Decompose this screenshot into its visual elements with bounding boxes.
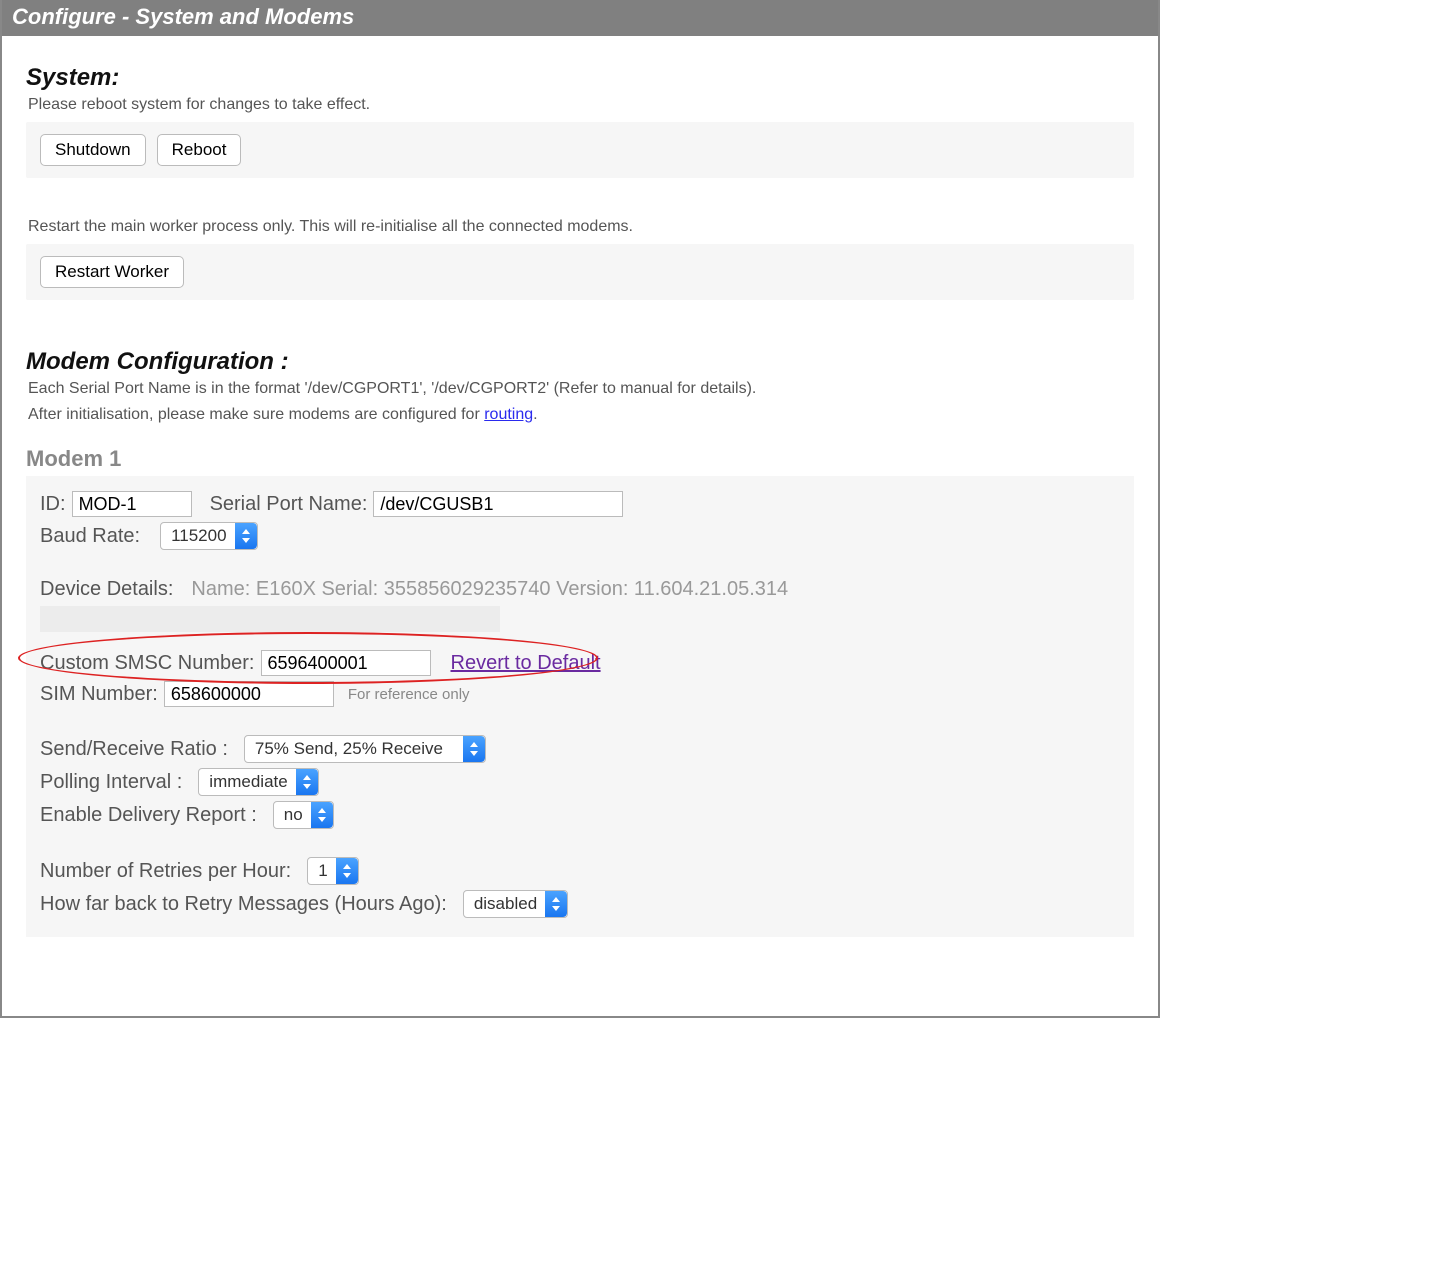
- sim-note: For reference only: [348, 686, 470, 703]
- select-arrows-icon: [235, 523, 257, 549]
- device-details-value: Name: E160X Serial: 355856029235740 Vers…: [191, 578, 788, 601]
- ratio-label: Send/Receive Ratio :: [40, 738, 228, 761]
- system-worker-panel: Restart Worker: [26, 244, 1134, 300]
- row-retries: Number of Retries per Hour: 1: [40, 857, 1120, 885]
- delivery-label: Enable Delivery Report :: [40, 804, 257, 827]
- retries-select[interactable]: 1: [307, 857, 358, 885]
- serial-port-input[interactable]: [373, 491, 623, 517]
- smsc-label: Custom SMSC Number:: [40, 652, 255, 675]
- modem-config-note2b: .: [533, 406, 537, 423]
- modem-config-heading: Modem Configuration :: [26, 348, 1134, 376]
- polling-label: Polling Interval :: [40, 771, 182, 794]
- device-details-label: Device Details:: [40, 578, 173, 601]
- modem1-heading: Modem 1: [26, 446, 1134, 472]
- modem-config-note1: Each Serial Port Name is in the format '…: [28, 380, 1134, 398]
- system-note-restart-worker: Restart the main worker process only. Th…: [28, 218, 1134, 236]
- retry-back-label: How far back to Retry Messages (Hours Ag…: [40, 893, 447, 916]
- row-ratio: Send/Receive Ratio : 75% Send, 25% Recei…: [40, 735, 1120, 763]
- baud-label: Baud Rate:: [40, 525, 140, 548]
- delivery-select[interactable]: no: [273, 801, 334, 829]
- sim-input[interactable]: [164, 681, 334, 707]
- device-details-bar: [40, 606, 500, 632]
- row-delivery: Enable Delivery Report : no: [40, 801, 1120, 829]
- sim-label: SIM Number:: [40, 683, 158, 706]
- select-arrows-icon: [296, 769, 318, 795]
- system-heading: System:: [26, 64, 1134, 92]
- retry-back-select[interactable]: disabled: [463, 890, 568, 918]
- row-baud: Baud Rate: 115200: [40, 522, 1120, 550]
- row-sim: SIM Number: For reference only: [40, 681, 1120, 707]
- modem1-panel: ID: Serial Port Name: Baud Rate: 115200: [26, 476, 1134, 937]
- modem-config-note2: After initialisation, please make sure m…: [28, 406, 1134, 424]
- config-window: Configure - System and Modems System: Pl…: [0, 0, 1160, 1018]
- routing-link[interactable]: routing: [484, 406, 533, 423]
- smsc-input[interactable]: [261, 650, 431, 676]
- row-smsc: Custom SMSC Number: Revert to Default: [40, 650, 1120, 676]
- retries-label: Number of Retries per Hour:: [40, 860, 291, 883]
- ratio-select-value: 75% Send, 25% Receive: [245, 737, 485, 761]
- system-power-panel: Shutdown Reboot: [26, 122, 1134, 178]
- row-id-serial: ID: Serial Port Name:: [40, 491, 1120, 517]
- content-area: System: Please reboot system for changes…: [2, 36, 1158, 945]
- row-device-details: Device Details: Name: E160X Serial: 3558…: [40, 578, 1120, 601]
- shutdown-button[interactable]: Shutdown: [40, 134, 146, 166]
- id-input[interactable]: [72, 491, 192, 517]
- ratio-select[interactable]: 75% Send, 25% Receive: [244, 735, 486, 763]
- system-note-reboot: Please reboot system for changes to take…: [28, 96, 1134, 114]
- reboot-button[interactable]: Reboot: [157, 134, 242, 166]
- revert-default-link[interactable]: Revert to Default: [451, 652, 601, 675]
- select-arrows-icon: [545, 891, 567, 917]
- select-arrows-icon: [336, 858, 358, 884]
- restart-worker-button[interactable]: Restart Worker: [40, 256, 184, 288]
- select-arrows-icon: [311, 802, 333, 828]
- polling-select[interactable]: immediate: [198, 768, 318, 796]
- baud-select[interactable]: 115200: [160, 522, 257, 550]
- select-arrows-icon: [463, 736, 485, 762]
- row-polling: Polling Interval : immediate: [40, 768, 1120, 796]
- modem-config-note2a: After initialisation, please make sure m…: [28, 406, 484, 423]
- window-title: Configure - System and Modems: [2, 0, 1158, 36]
- id-label: ID:: [40, 493, 66, 516]
- serial-port-label: Serial Port Name:: [210, 493, 368, 516]
- row-retry-back: How far back to Retry Messages (Hours Ag…: [40, 890, 1120, 918]
